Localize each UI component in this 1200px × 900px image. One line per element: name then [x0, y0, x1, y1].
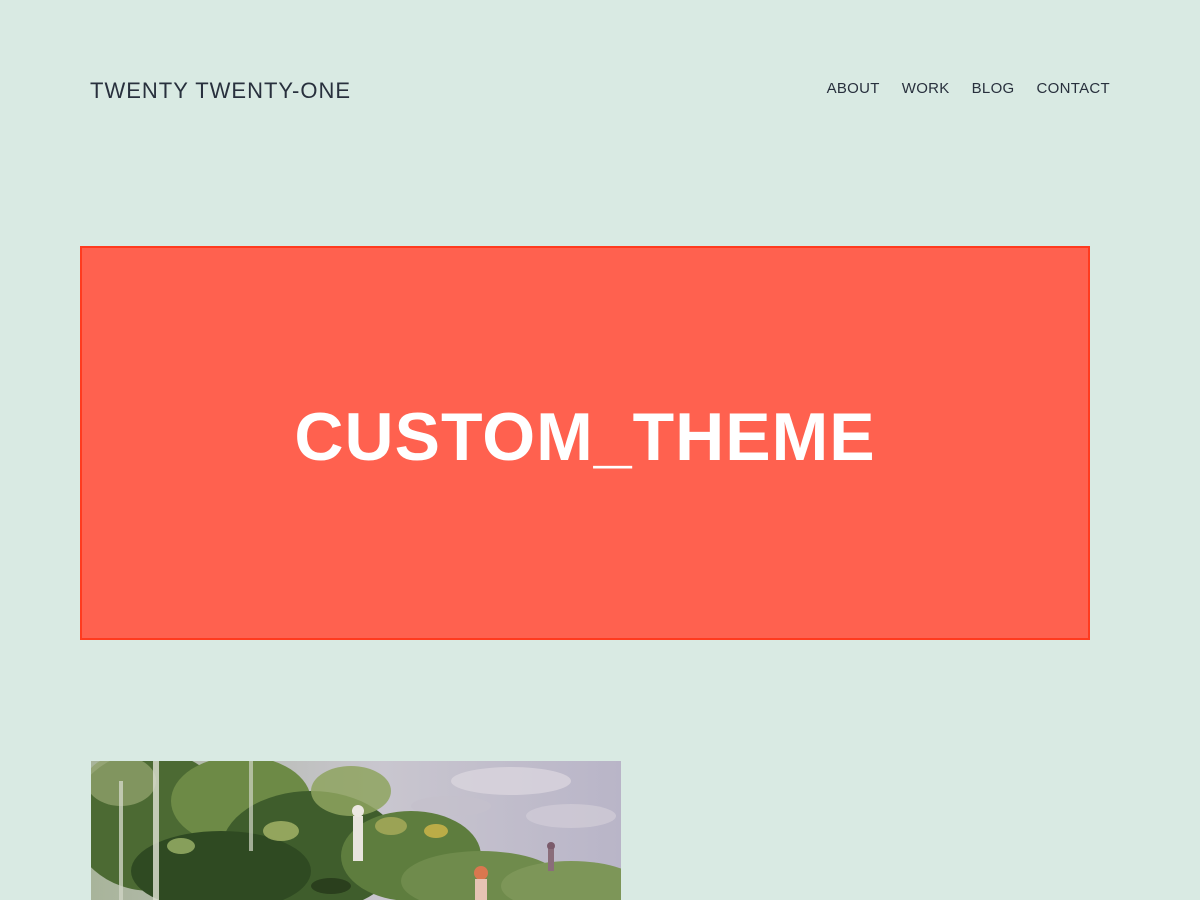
site-title[interactable]: TWENTY TWENTY-ONE	[90, 78, 351, 104]
featured-painting-image[interactable]	[91, 761, 621, 900]
nav-item-contact[interactable]: CONTACT	[1037, 80, 1110, 97]
nav-item-work[interactable]: WORK	[902, 80, 950, 97]
painting-garden-icon	[91, 761, 621, 900]
custom-theme-banner: CUSTOM_THEME	[80, 246, 1090, 640]
page: TWENTY TWENTY-ONE ABOUT WORK BLOG CONTAC…	[0, 0, 1200, 900]
nav-item-blog[interactable]: BLOG	[972, 80, 1015, 97]
banner-text: CUSTOM_THEME	[294, 399, 876, 475]
primary-navigation: ABOUT WORK BLOG CONTACT	[827, 80, 1110, 97]
nav-item-about[interactable]: ABOUT	[827, 80, 880, 97]
